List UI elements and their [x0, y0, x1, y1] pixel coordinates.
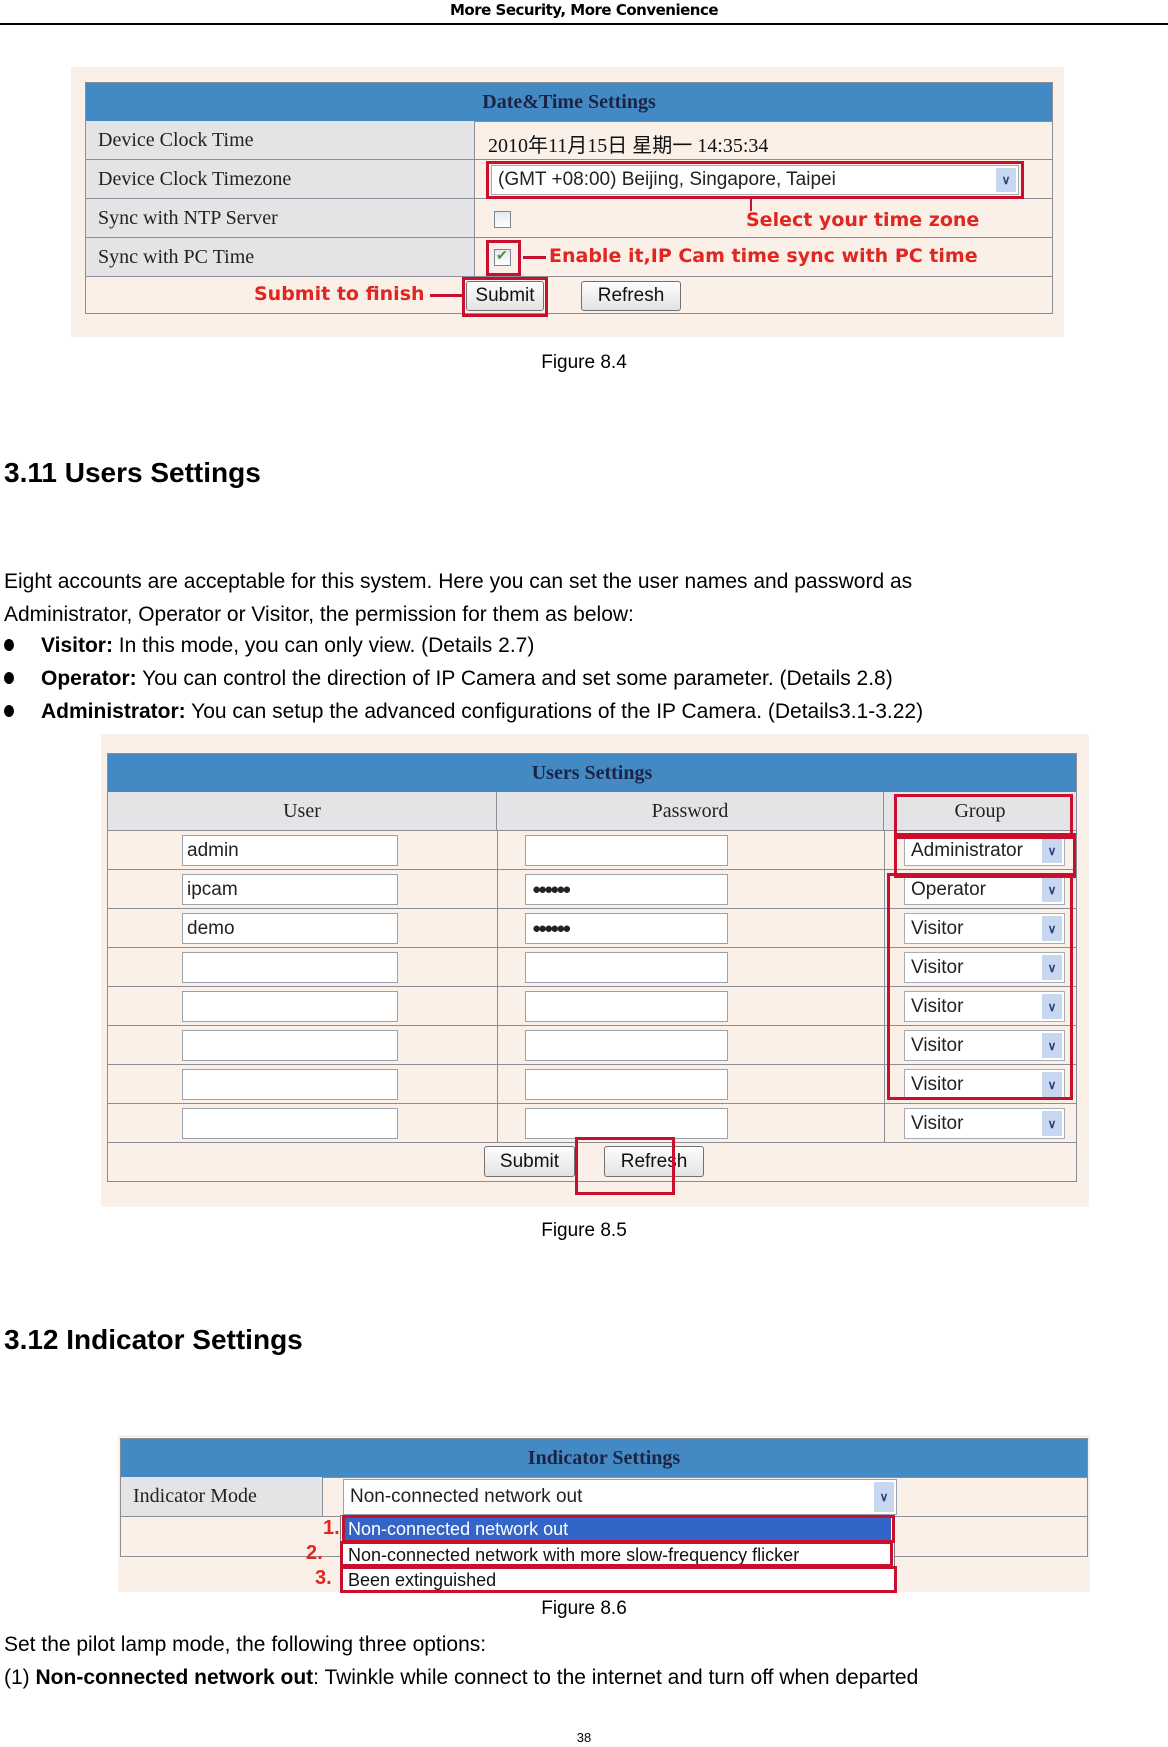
submit-button[interactable]: Submit — [484, 1146, 575, 1177]
column-divider — [497, 1104, 498, 1143]
bullet-icon — [4, 639, 14, 651]
figure-8-5-screenshot: Users Settings User Password Group admin… — [101, 734, 1089, 1207]
annotation-number: 3. — [315, 1567, 332, 1589]
row-device-clock-time: Device Clock Time 2010年11月15日 星期一 14:35:… — [86, 121, 1052, 160]
username-input[interactable] — [182, 952, 398, 983]
page-header: More Security, More Convenience — [449, 1, 719, 19]
panel-title: Users Settings — [108, 754, 1076, 793]
annotation-number: 2. — [306, 1542, 323, 1564]
refresh-button[interactable]: Refresh — [581, 281, 681, 311]
row-indicator-mode: Indicator Mode Non-connected network out… — [121, 1477, 1087, 1517]
username-input[interactable] — [182, 991, 398, 1022]
annotation-box-option-2 — [340, 1541, 893, 1567]
row-sync-pc: Sync with PC Time Enable it,IP Cam time … — [86, 238, 1052, 277]
chevron-down-icon[interactable]: ∨ — [1042, 1111, 1062, 1136]
bullet-administrator: Administrator: You can setup the advance… — [4, 700, 923, 724]
row-label: Indicator Mode — [121, 1477, 323, 1516]
password-input[interactable] — [525, 1069, 728, 1100]
figure-caption: Figure 8.4 — [541, 352, 627, 373]
annotation-timezone-text: Select your time zone — [746, 209, 980, 231]
column-divider — [884, 987, 885, 1026]
closing-paragraph-line-1: Set the pilot lamp mode, the following t… — [4, 1633, 487, 1656]
header-rule — [0, 23, 1168, 25]
device-clock-time-value: 2010年11月15日 星期一 14:35:34 — [488, 135, 769, 157]
panel-title: Date&Time Settings — [86, 83, 1052, 122]
username-input[interactable] — [182, 1108, 398, 1139]
indicator-mode-select-value: Non-connected network out — [350, 1486, 583, 1507]
section-heading: 3.12 Indicator Settings — [4, 1324, 303, 1355]
column-divider — [497, 870, 498, 909]
column-header-user: User — [108, 792, 497, 830]
annotation-box-timezone — [486, 161, 1024, 199]
username-input[interactable]: admin — [182, 835, 398, 866]
row-label: Sync with PC Time — [86, 238, 475, 276]
password-input[interactable]: ●●●●●● — [525, 913, 728, 944]
annotation-submit-text: Submit to finish — [254, 283, 425, 305]
column-divider — [884, 1026, 885, 1065]
password-input[interactable] — [525, 952, 728, 983]
group-select[interactable]: Visitor ∨ — [904, 1108, 1065, 1139]
panel-title: Indicator Settings — [121, 1439, 1087, 1478]
password-input[interactable]: ●●●●●● — [525, 874, 728, 905]
username-input[interactable]: demo — [182, 913, 398, 944]
username-input[interactable]: ipcam — [182, 874, 398, 905]
row-buttons: Submit to finish Submit Refresh — [86, 277, 1052, 317]
chevron-down-icon[interactable]: ∨ — [874, 1482, 894, 1512]
column-divider — [884, 1104, 885, 1143]
row-label: Sync with NTP Server — [86, 199, 475, 237]
username-input[interactable] — [182, 1069, 398, 1100]
intro-paragraph-line-2: Administrator, Operator or Visitor, the … — [4, 603, 634, 626]
figure-8-4-screenshot: Date&Time Settings Device Clock Time 201… — [71, 67, 1064, 337]
annotation-box-submit — [575, 1137, 675, 1195]
password-input[interactable] — [525, 991, 728, 1022]
column-divider — [884, 1065, 885, 1104]
annotation-number: 1. — [323, 1517, 340, 1539]
column-divider — [884, 831, 885, 870]
figure-caption: Figure 8.6 — [541, 1598, 627, 1619]
password-input[interactable] — [525, 835, 728, 866]
sync-ntp-checkbox[interactable] — [494, 211, 511, 228]
bullet-icon — [4, 672, 14, 684]
username-input[interactable] — [182, 1030, 398, 1061]
page-number: 38 — [576, 1730, 592, 1745]
bullet-operator: Operator: You can control the direction … — [4, 667, 893, 691]
bullet-visitor: Visitor: In this mode, you can only view… — [4, 634, 534, 658]
column-divider — [497, 1026, 498, 1065]
row-sync-ntp: Sync with NTP Server Select your time zo… — [86, 199, 1052, 238]
row-label: Device Clock Timezone — [86, 160, 475, 198]
column-divider — [497, 987, 498, 1026]
column-divider — [497, 1065, 498, 1104]
column-divider — [497, 909, 498, 948]
annotation-box-submit — [462, 277, 548, 317]
annotation-box-option-1 — [342, 1515, 895, 1543]
annotation-box-option-3 — [340, 1566, 897, 1593]
annotation-box-operator — [894, 833, 1076, 878]
column-divider — [497, 948, 498, 987]
row-device-clock-timezone: Device Clock Timezone (GMT +08:00) Beiji… — [86, 160, 1052, 199]
annotation-sync-pc-text: Enable it,IP Cam time sync with PC time — [549, 245, 978, 267]
column-header-password: Password — [497, 792, 884, 830]
annotation-leader — [523, 256, 546, 259]
password-input[interactable] — [525, 1030, 728, 1061]
closing-paragraph-line-2: (1) Non-connected network out: Twinkle w… — [4, 1666, 919, 1689]
annotation-box-sync-pc — [486, 240, 521, 276]
annotation-leader — [430, 294, 462, 297]
section-heading: 3.11 Users Settings — [4, 457, 261, 488]
bullet-icon — [4, 705, 14, 717]
column-divider — [884, 870, 885, 909]
column-divider — [884, 948, 885, 987]
figure-caption: Figure 8.5 — [541, 1220, 627, 1241]
intro-paragraph-line-1: Eight accounts are acceptable for this s… — [4, 570, 913, 593]
password-input[interactable] — [525, 1108, 728, 1139]
datetime-settings-panel: Date&Time Settings Device Clock Time 201… — [85, 82, 1053, 317]
row-label: Device Clock Time — [86, 121, 475, 159]
column-divider — [884, 909, 885, 948]
column-divider — [497, 831, 498, 870]
annotation-box-visitors — [887, 873, 1073, 1100]
indicator-mode-select[interactable]: Non-connected network out ∨ — [343, 1479, 897, 1515]
figure-8-6-screenshot: Indicator Settings Indicator Mode Non-co… — [118, 1435, 1090, 1593]
